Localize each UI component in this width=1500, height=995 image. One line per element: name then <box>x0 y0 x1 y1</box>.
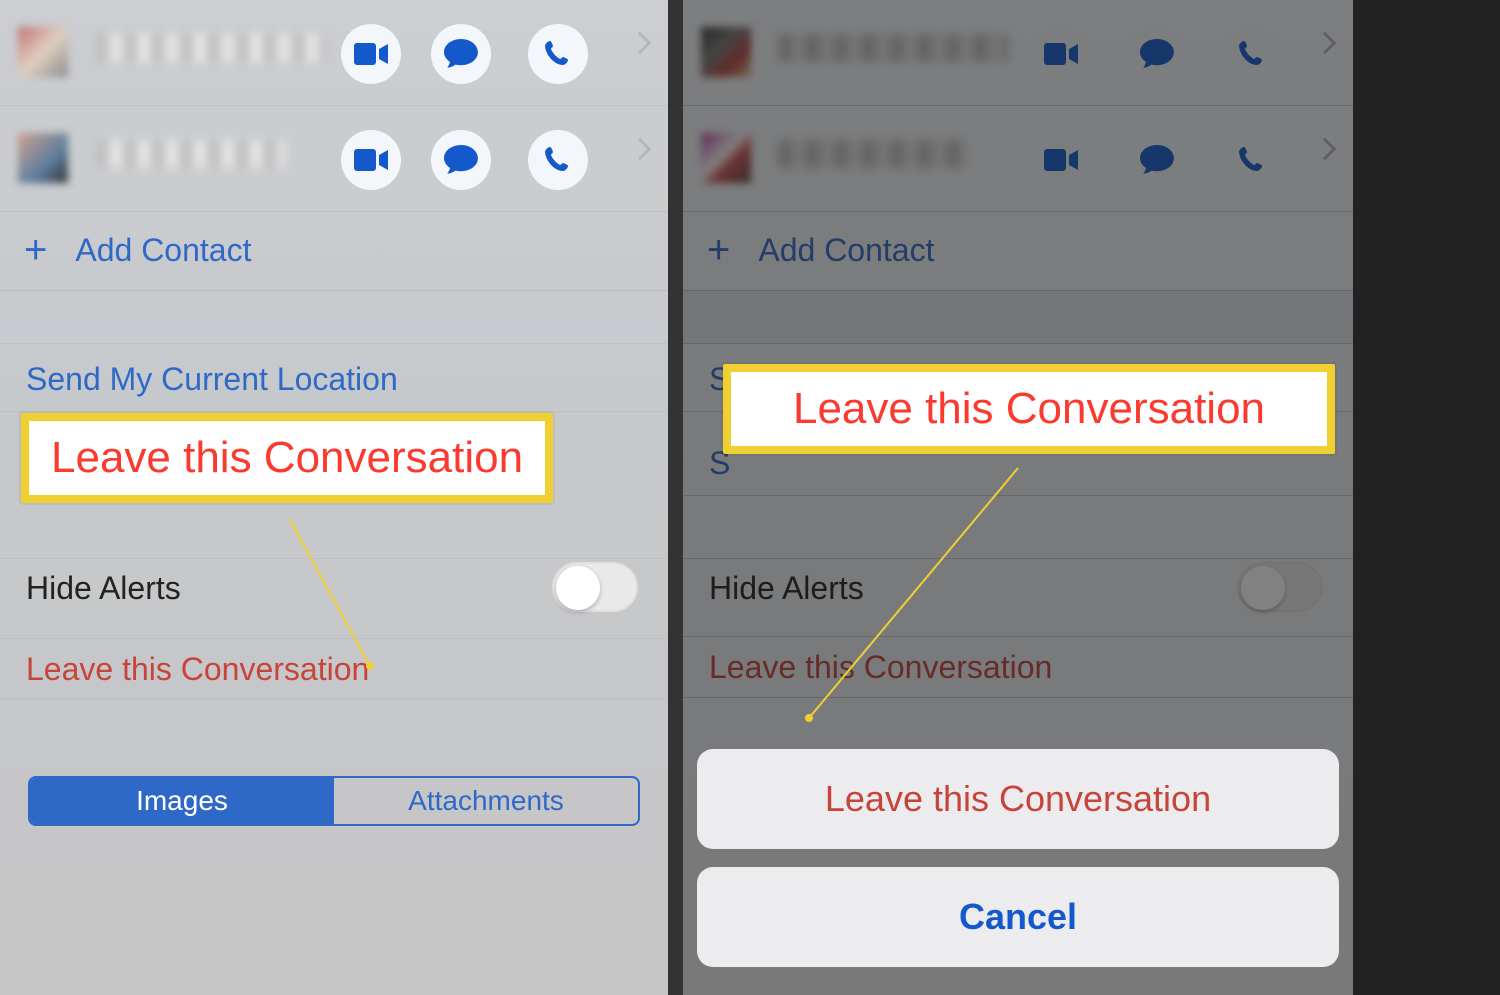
plus-icon: + <box>24 228 47 273</box>
leave-conversation-label: Leave this Conversation <box>26 651 369 688</box>
message-button[interactable] <box>431 130 491 190</box>
leave-conversation-button[interactable]: Leave this Conversation <box>0 638 668 700</box>
avatar <box>18 27 68 77</box>
phone-icon <box>544 146 572 174</box>
callout-highlight: Leave this Conversation <box>723 364 1335 454</box>
hide-alerts-toggle[interactable] <box>552 562 638 612</box>
video-call-button[interactable] <box>341 24 401 84</box>
callout-highlight: Leave this Conversation <box>21 413 553 503</box>
panel-divider <box>668 0 683 995</box>
message-button[interactable] <box>431 24 491 84</box>
segmented-control[interactable]: Images Attachments <box>28 776 640 826</box>
chevron-right-icon <box>629 32 652 55</box>
left-screenshot: + Add Contact Send My Current Location H… <box>0 0 668 995</box>
chevron-right-icon <box>629 138 652 161</box>
send-location-button[interactable]: Send My Current Location <box>0 348 668 412</box>
callout-text: Leave this Conversation <box>793 384 1265 434</box>
right-screenshot: + Add Contact S S Hide Alerts Leave this… <box>683 0 1353 995</box>
action-sheet: Leave this Conversation Cancel <box>697 749 1339 985</box>
hide-alerts-label: Hide Alerts <box>26 570 181 607</box>
video-icon <box>354 43 388 65</box>
contact-row[interactable] <box>0 0 668 106</box>
section-gap <box>0 290 668 344</box>
section-gap <box>0 700 668 768</box>
add-contact-button[interactable]: + Add Contact <box>0 220 668 280</box>
video-icon <box>354 149 388 171</box>
callout-text: Leave this Conversation <box>51 433 523 483</box>
contact-name-redacted <box>95 140 285 168</box>
action-sheet-leave-button[interactable]: Leave this Conversation <box>697 749 1339 849</box>
add-contact-label: Add Contact <box>75 232 251 269</box>
message-icon <box>444 39 478 69</box>
action-sheet-cancel-button[interactable]: Cancel <box>697 867 1339 967</box>
message-icon <box>444 145 478 175</box>
phone-call-button[interactable] <box>528 24 588 84</box>
contact-row[interactable] <box>0 106 668 212</box>
phone-call-button[interactable] <box>528 130 588 190</box>
video-call-button[interactable] <box>341 130 401 190</box>
segment-attachments[interactable]: Attachments <box>334 778 638 824</box>
avatar <box>18 133 68 183</box>
contact-list <box>0 0 668 212</box>
segment-images[interactable]: Images <box>30 778 334 824</box>
phone-icon <box>544 40 572 68</box>
toggle-knob <box>556 566 600 610</box>
send-location-label: Send My Current Location <box>26 361 398 398</box>
contact-name-redacted <box>95 34 325 62</box>
